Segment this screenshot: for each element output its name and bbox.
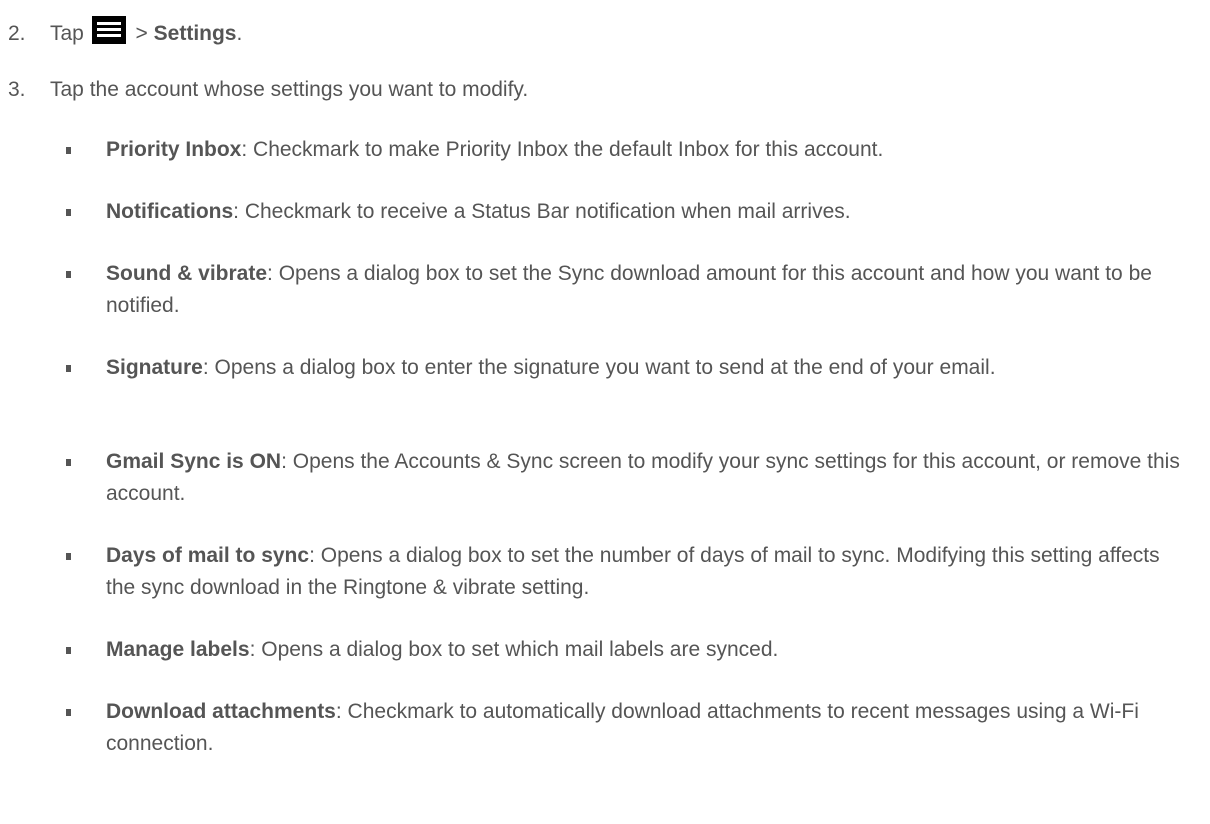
item-description: : Checkmark to make Priority Inbox the d… [241,138,884,161]
list-item: Download attachments: Checkmark to autom… [66,696,1186,760]
bullet-icon [66,147,71,154]
step-punctuation: . [236,22,243,45]
bullet-icon [66,459,71,466]
menu-icon [91,16,126,44]
step-separator: > [129,22,154,45]
item-term: Signature [106,356,203,379]
list-item-text: Signature: Opens a dialog box to enter t… [106,352,1186,384]
item-term: Sound & vibrate [106,262,268,285]
step-number: 2. [8,22,26,45]
list-item: Manage labels: Opens a dialog box to set… [66,634,1186,666]
list-item: Sound & vibrate: Opens a dialog box to s… [66,258,1186,322]
list-item: Gmail Sync is ON: Opens the Accounts & S… [66,446,1186,510]
bullet-icon [66,553,71,560]
item-term: Gmail Sync is ON [106,450,282,473]
item-description: : Checkmark to receive a Status Bar noti… [233,200,851,223]
item-term: Download attachments [106,700,336,723]
list-item-text: Sound & vibrate: Opens a dialog box to s… [106,258,1186,322]
item-term: Days of mail to sync [106,544,310,567]
bullet-icon [66,209,71,216]
bullet-icon [66,365,71,372]
step-number: 3. [8,78,26,101]
list-item-text: Priority Inbox: Checkmark to make Priori… [106,134,1186,166]
step-3: 3. Tap the account whose settings you wan… [8,78,528,102]
list-item-text: Manage labels: Opens a dialog box to set… [106,634,1186,666]
list-item-text: Days of mail to sync: Opens a dialog box… [106,540,1186,604]
list-item-text: Gmail Sync is ON: Opens the Accounts & S… [106,446,1186,510]
item-term: Priority Inbox [106,138,242,161]
list-item: Days of mail to sync: Opens a dialog box… [66,540,1186,604]
list-item-text: Notifications: Checkmark to receive a St… [106,196,1186,228]
list-item: Notifications: Checkmark to receive a St… [66,196,1186,228]
list-item: Signature: Opens a dialog box to enter t… [66,352,1186,384]
settings-label: Settings [153,22,237,45]
step-text: Tap the account whose settings you want … [50,78,529,101]
item-description: : Opens a dialog box to enter the signat… [202,356,996,379]
item-term: Notifications [106,200,234,223]
item-description: : Opens a dialog box to set which mail l… [249,638,779,661]
bullet-icon [66,647,71,654]
bullet-icon [66,709,71,716]
item-term: Manage labels [106,638,250,661]
step-text: Tap [50,22,84,45]
list-item: Priority Inbox: Checkmark to make Priori… [66,134,1186,166]
step-2: 2. Tap > Settings. [8,16,242,46]
bullet-icon [66,271,71,278]
list-item-text: Download attachments: Checkmark to autom… [106,696,1186,760]
